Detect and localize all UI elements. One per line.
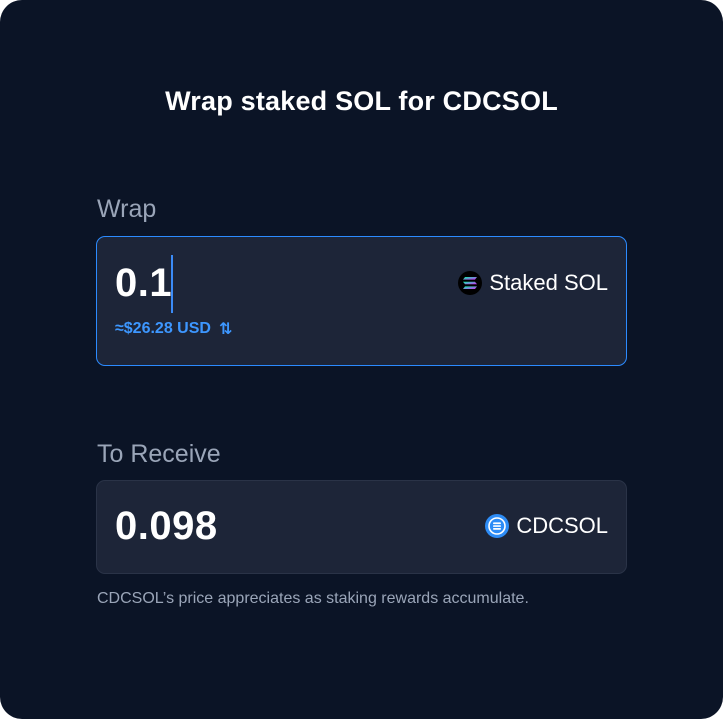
token-cdcsol: CDCSOL xyxy=(485,513,608,539)
receive-amount: 0.098 xyxy=(115,504,218,548)
solana-icon xyxy=(458,271,483,295)
swap-arrows-icon[interactable]: ⇅ xyxy=(219,319,233,339)
receive-amount-field: 0.098 CDCSOL xyxy=(96,480,627,574)
wrap-card: Wrap staked SOL for CDCSOL Wrap 0.1 ≈$26… xyxy=(0,0,723,719)
wrap-amount-input[interactable]: 0.1 xyxy=(115,261,172,306)
page-title: Wrap staked SOL for CDCSOL xyxy=(165,86,558,116)
token-staked-sol: Staked SOL xyxy=(458,270,608,296)
info-note: CDCSOL’s price appreciates as staking re… xyxy=(97,590,529,607)
token-name: CDCSOL xyxy=(516,513,608,538)
wrap-label: Wrap xyxy=(97,195,157,223)
usd-value-toggle[interactable]: ≈$26.28 USD ⇅ xyxy=(115,319,233,339)
wrap-amount-field[interactable]: 0.1 ≈$26.28 USD ⇅ Staked SOL xyxy=(96,236,627,366)
token-name: Staked SOL xyxy=(489,270,608,295)
text-cursor xyxy=(171,255,173,313)
usd-value: ≈$26.28 USD xyxy=(115,320,211,337)
cdcsol-icon xyxy=(485,514,510,538)
receive-label: To Receive xyxy=(97,440,221,468)
